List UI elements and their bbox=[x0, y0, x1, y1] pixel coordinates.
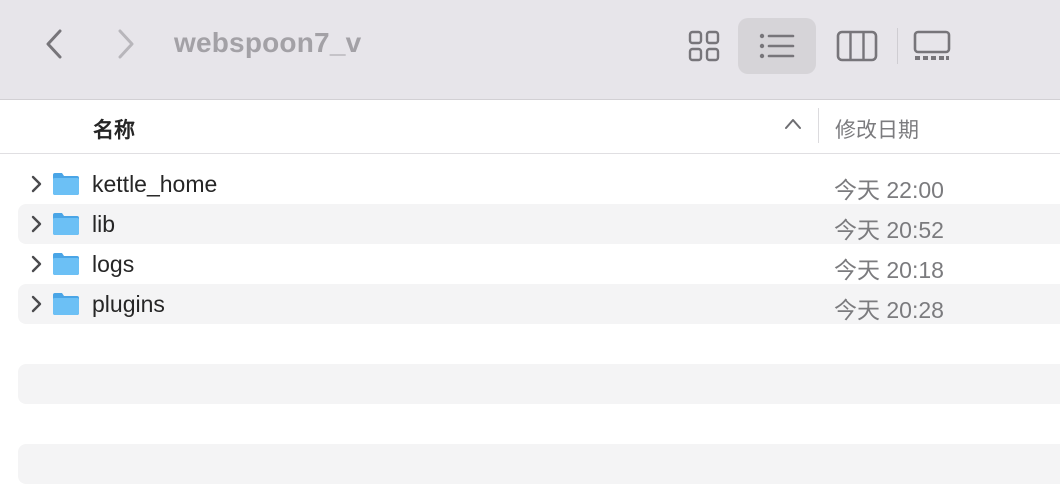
column-view-button[interactable] bbox=[824, 18, 890, 74]
file-modified: 今天 20:18 bbox=[834, 257, 944, 283]
disclosure-button[interactable] bbox=[28, 254, 44, 274]
file-modified: 今天 20:52 bbox=[834, 217, 944, 243]
file-modified: 今天 22:00 bbox=[834, 177, 944, 203]
list-view-icon bbox=[759, 33, 795, 59]
file-name: plugins bbox=[92, 291, 165, 317]
table-row[interactable]: kettle_home 今天 22:00 bbox=[18, 164, 1060, 204]
sort-button[interactable] bbox=[783, 116, 803, 137]
empty-row bbox=[18, 404, 1060, 444]
file-name: kettle_home bbox=[92, 171, 218, 197]
file-name: lib bbox=[92, 211, 116, 237]
toolbar: webspoon7_v bbox=[0, 0, 1060, 100]
file-name: logs bbox=[92, 251, 135, 277]
back-button[interactable] bbox=[32, 22, 76, 66]
chevron-right-icon bbox=[118, 29, 134, 59]
chevron-left-icon bbox=[46, 29, 62, 59]
chevron-right-icon bbox=[31, 175, 42, 193]
icons-view-icon bbox=[688, 30, 720, 62]
window-title: webspoon7_v bbox=[174, 27, 362, 58]
disclosure-button[interactable] bbox=[28, 294, 44, 314]
disclosure-button[interactable] bbox=[28, 174, 44, 194]
column-divider[interactable] bbox=[818, 108, 819, 143]
chevron-up-icon bbox=[785, 119, 801, 129]
disclosure-button[interactable] bbox=[28, 214, 44, 234]
icon-view-button[interactable] bbox=[676, 18, 732, 74]
table-row[interactable]: logs 今天 20:18 bbox=[18, 244, 1060, 284]
columns-view-icon bbox=[836, 30, 878, 62]
empty-row bbox=[18, 324, 1060, 364]
folder-icon bbox=[53, 173, 79, 195]
column-header-modified[interactable]: 修改日期 bbox=[835, 114, 919, 144]
folder-icon bbox=[53, 253, 79, 275]
column-header: 名称 修改日期 bbox=[0, 100, 1060, 154]
column-header-name[interactable]: 名称 bbox=[93, 114, 135, 144]
gallery-view-icon bbox=[913, 30, 951, 60]
chevron-right-icon bbox=[31, 255, 42, 273]
chevron-right-icon bbox=[31, 215, 42, 233]
table-row[interactable]: plugins 今天 20:28 bbox=[18, 284, 1060, 324]
list-view-button[interactable] bbox=[738, 18, 816, 74]
forward-button[interactable] bbox=[104, 22, 148, 66]
folder-icon bbox=[53, 293, 79, 315]
empty-row bbox=[18, 444, 1060, 484]
chevron-right-icon bbox=[31, 295, 42, 313]
empty-row bbox=[18, 364, 1060, 404]
file-modified: 今天 20:28 bbox=[834, 297, 944, 323]
toolbar-divider bbox=[897, 28, 898, 64]
folder-icon bbox=[53, 213, 79, 235]
table-row[interactable]: lib 今天 20:52 bbox=[18, 204, 1060, 244]
gallery-view-button[interactable] bbox=[904, 18, 960, 74]
